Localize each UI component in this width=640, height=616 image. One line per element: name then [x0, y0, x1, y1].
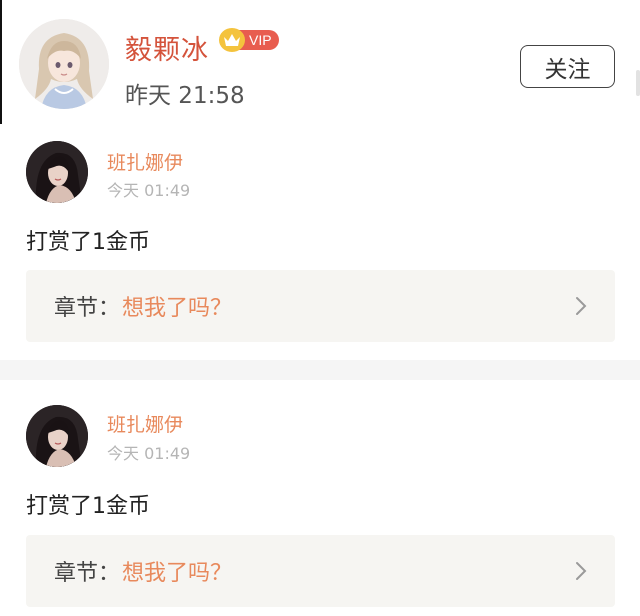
follow-button[interactable]: 关注 — [520, 45, 615, 88]
user-avatar[interactable] — [26, 405, 88, 467]
reward-item: 班扎娜伊 今天 01:49 打赏了1金币 章节： 想我了吗？ — [0, 380, 640, 616]
user-avatar[interactable] — [26, 141, 88, 203]
user-avatar-image — [26, 405, 88, 467]
user-name[interactable]: 班扎娜伊 — [107, 410, 183, 437]
chapter-link[interactable]: 章节： 想我了吗？ — [26, 535, 615, 607]
author-header: 毅颗冰 VIP 昨天 21:58 关注 — [0, 0, 640, 124]
reward-time: 今天 01:49 — [107, 181, 191, 200]
author-avatar[interactable] — [19, 19, 109, 109]
user-avatar-image — [26, 141, 88, 203]
chapter-title: 想我了吗？ — [122, 561, 233, 586]
author-avatar-image — [19, 19, 109, 109]
reward-time: 今天 01:49 — [107, 444, 191, 463]
section-divider — [0, 360, 640, 380]
reward-feed-page: 毅颗冰 VIP 昨天 21:58 关注 班扎娜伊 今天 01:49 打赏了1金币… — [0, 0, 640, 616]
chevron-right-icon — [576, 297, 587, 315]
crown-icon — [219, 28, 245, 52]
chapter-label: 章节： — [54, 296, 121, 321]
user-name[interactable]: 班扎娜伊 — [107, 148, 183, 175]
author-name[interactable]: 毅颗冰 — [125, 28, 209, 67]
vip-badge: VIP — [219, 28, 279, 52]
author-post-time: 昨天 21:58 — [125, 83, 245, 109]
chevron-right-icon — [576, 562, 587, 580]
reward-text: 打赏了1金币 — [26, 494, 150, 519]
chapter-link[interactable]: 章节： 想我了吗？ — [26, 270, 615, 342]
chapter-label: 章节： — [54, 561, 121, 586]
chapter-title: 想我了吗？ — [122, 296, 233, 321]
reward-item: 班扎娜伊 今天 01:49 打赏了1金币 章节： 想我了吗？ — [0, 124, 640, 360]
reward-text: 打赏了1金币 — [26, 230, 150, 255]
